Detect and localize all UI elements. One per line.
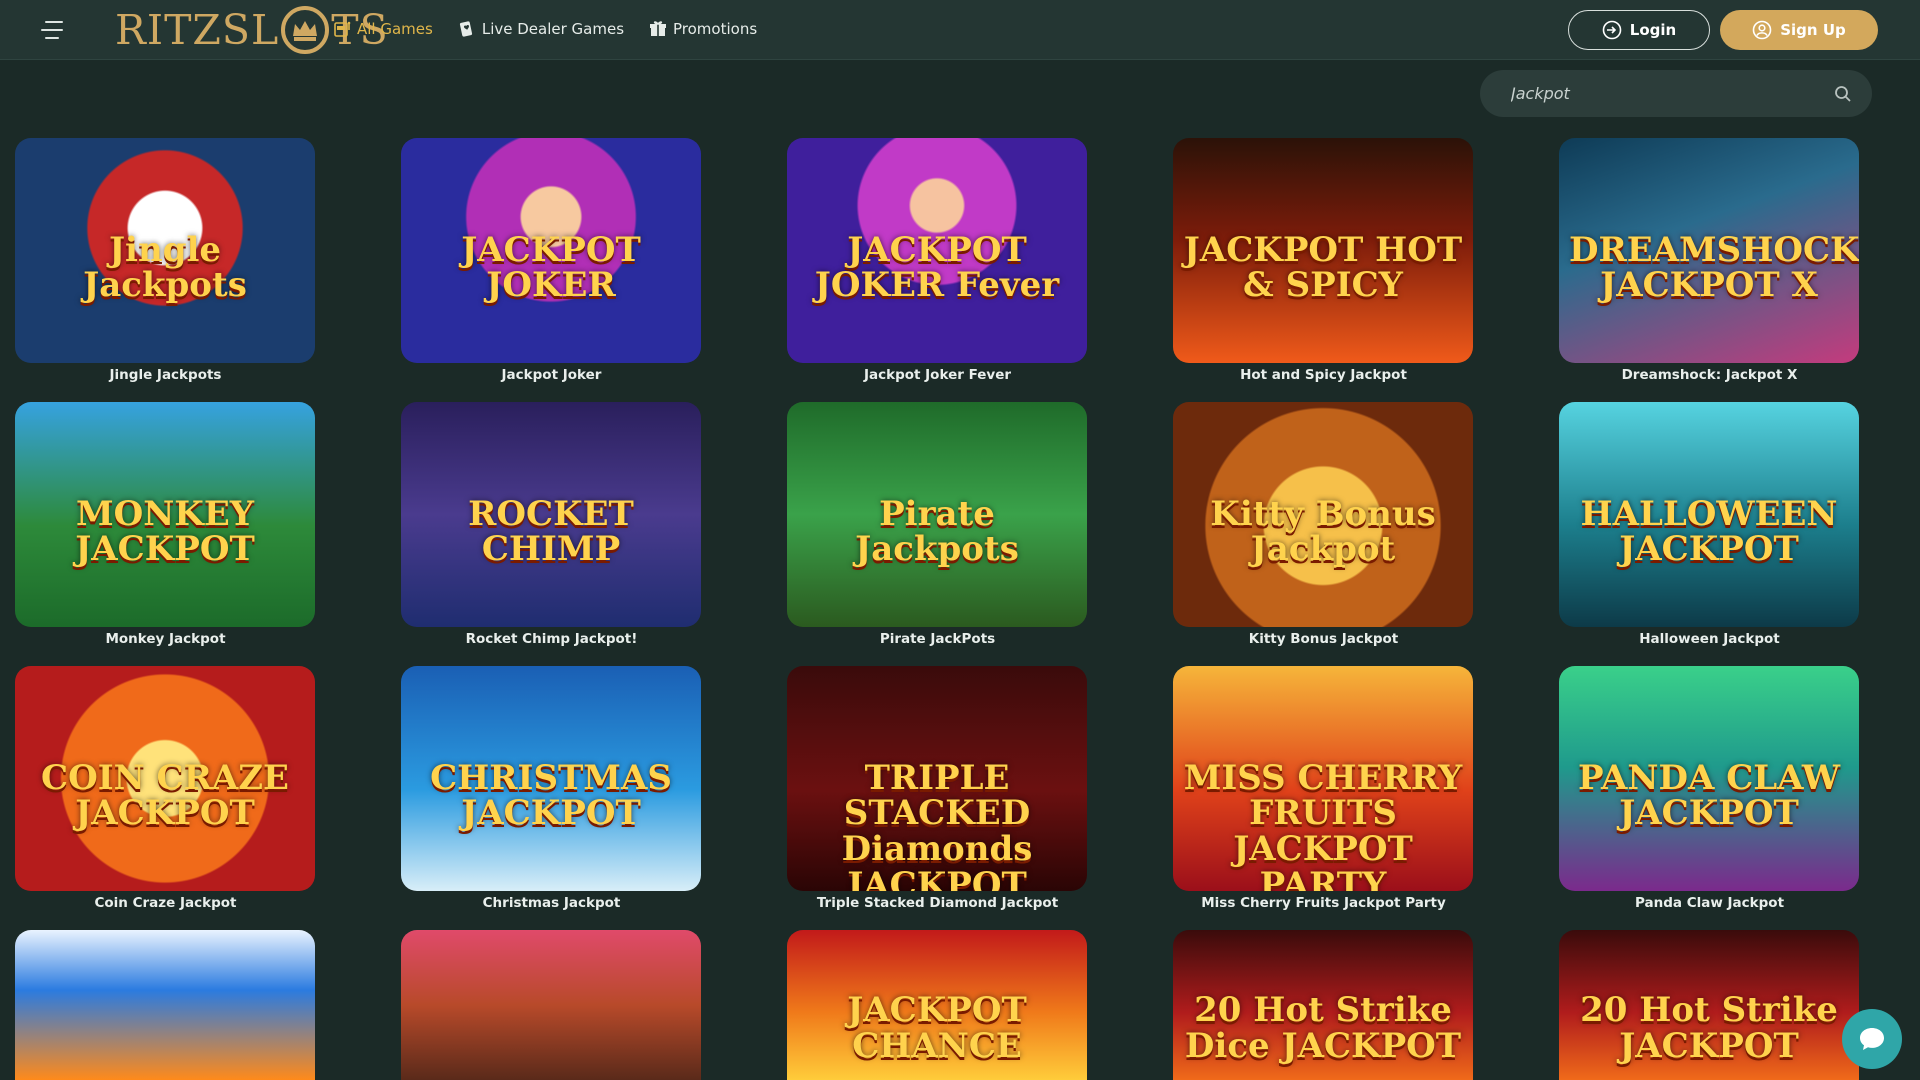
game-art-title: MISS CHERRY FRUITS JACKPOT PARTY [1183, 757, 1463, 891]
game-tile[interactable]: JACKPOT JOKER Jackpot Joker [401, 138, 701, 383]
game-art-title: JACKPOT JOKER Fever [814, 229, 1060, 306]
game-art-title: PANDA CLAW JACKPOT [1577, 757, 1841, 834]
game-art-title: CHRISTMAS JACKPOT [430, 757, 672, 834]
game-art-title: MONKEY JACKPOT [75, 493, 255, 570]
game-thumbnail[interactable]: JACKPOT JOKER [401, 138, 701, 363]
game-art-title: Kitty Bonus Jackpot [1210, 493, 1436, 570]
game-art-title: 20 Hot Strike Dice JACKPOT [1184, 990, 1462, 1066]
game-thumbnail[interactable]: JACKPOT HOT & SPICY [1173, 138, 1473, 363]
game-tile[interactable]: PANDA CLAW JACKPOT Panda Claw Jackpot [1559, 666, 1859, 911]
search-input[interactable] [1511, 84, 1834, 103]
cards-icon [459, 21, 472, 37]
game-title[interactable]: Rocket Chimp Jackpot! [383, 631, 720, 647]
main-nav: All Games Live Dealer Games Promotions [333, 20, 757, 38]
game-thumbnail[interactable]: Kitty Bonus Jackpot [1173, 402, 1473, 627]
user-add-icon [1752, 20, 1772, 40]
nav-label: Promotions [673, 20, 758, 38]
game-title[interactable]: Coin Craze Jackpot [0, 895, 334, 911]
nav-label: All Games [357, 20, 433, 38]
game-tile[interactable]: CHRISTMAS JACKPOT Christmas Jackpot [401, 666, 701, 911]
game-tile[interactable] [401, 930, 701, 1080]
game-tile[interactable]: Jingle Jackpots Jingle Jackpots [15, 138, 315, 383]
search-bar [1480, 70, 1872, 117]
login-label: Login [1629, 21, 1677, 39]
game-thumbnail[interactable]: Jingle Jackpots [15, 138, 315, 363]
nav-live-dealer[interactable]: Live Dealer Games [458, 20, 624, 38]
game-tile[interactable]: HALLOWEEN JACKPOT Halloween Jackpot [1559, 402, 1859, 647]
game-thumbnail[interactable]: ROCKET CHIMP [401, 402, 701, 627]
nav-all-games[interactable]: All Games [333, 20, 433, 38]
game-art-title: JACKPOT JOKER [461, 229, 641, 306]
game-thumbnail[interactable]: TRIPLE STACKED Diamonds JACKPOT [787, 666, 1087, 891]
game-title[interactable]: Hot and Spicy Jackpot [1155, 367, 1492, 383]
game-title[interactable]: Kitty Bonus Jackpot [1155, 631, 1492, 647]
chat-button[interactable] [1842, 1009, 1902, 1069]
game-tile[interactable]: TRIPLE STACKED Diamonds JACKPOT Triple St… [787, 666, 1087, 911]
game-title[interactable]: Monkey Jackpot [0, 631, 334, 647]
game-title[interactable]: Jackpot Joker [383, 367, 720, 383]
nav-label: Live Dealer Games [481, 20, 625, 38]
game-tile[interactable]: Kitty Bonus Jackpot Kitty Bonus Jackpot [1173, 402, 1473, 647]
game-thumbnail[interactable]: HALLOWEEN JACKPOT [1559, 402, 1859, 627]
game-thumbnail[interactable]: Pirate Jackpots [787, 402, 1087, 627]
game-title[interactable]: Dreamshock: Jackpot X [1541, 367, 1878, 383]
game-title[interactable]: Panda Claw Jackpot [1541, 895, 1878, 911]
game-thumbnail[interactable]: PANDA CLAW JACKPOT [1559, 666, 1859, 891]
game-title[interactable]: Pirate JackPots [769, 631, 1106, 647]
chat-bubble-icon [1860, 1028, 1884, 1050]
gift-icon [650, 21, 667, 36]
game-tile[interactable]: DREAMSHOCK JACKPOT X Dreamshock: Jackpot … [1559, 138, 1859, 383]
game-art-title: JACKPOT HOT & SPICY [1183, 229, 1463, 306]
top-bar: RITZSL TS All Games Live Dealer Games Pr… [0, 0, 1920, 60]
crown-icon [281, 6, 330, 54]
login-button[interactable]: Login [1568, 10, 1710, 50]
search-icon[interactable] [1834, 85, 1852, 103]
game-thumbnail[interactable]: DREAMSHOCK JACKPOT X [1559, 138, 1859, 363]
slot-machine-icon [334, 21, 351, 37]
game-tile[interactable]: 20 Hot Strike JACKPOT [1559, 930, 1859, 1080]
game-art-title: Jingle Jackpots [83, 229, 247, 306]
game-thumbnail[interactable]: 20 Hot Strike Dice JACKPOT [1173, 930, 1473, 1080]
game-thumbnail[interactable]: CHRISTMAS JACKPOT [401, 666, 701, 891]
game-tile[interactable]: JACKPOT CHANCE [787, 930, 1087, 1080]
game-art-title: HALLOWEEN JACKPOT [1580, 493, 1838, 570]
game-thumbnail[interactable] [15, 930, 315, 1080]
game-thumbnail[interactable]: MONKEY JACKPOT [15, 402, 315, 627]
game-art-title: Pirate Jackpots [855, 493, 1019, 570]
game-title[interactable]: Miss Cherry Fruits Jackpot Party [1155, 895, 1492, 911]
game-art-title: 20 Hot Strike JACKPOT [1580, 990, 1838, 1066]
signup-label: Sign Up [1780, 21, 1846, 39]
game-title[interactable]: Jingle Jackpots [0, 367, 334, 383]
game-tile[interactable]: Pirate Jackpots Pirate JackPots [787, 402, 1087, 647]
game-art-title: COIN CRAZE JACKPOT [41, 757, 289, 834]
game-art-title: ROCKET CHIMP [468, 493, 634, 570]
logo-text: RITZSL [115, 6, 280, 54]
game-title[interactable]: Jackpot Joker Fever [769, 367, 1106, 383]
game-title[interactable]: Christmas Jackpot [383, 895, 720, 911]
game-thumbnail[interactable]: MISS CHERRY FRUITS JACKPOT PARTY [1173, 666, 1473, 891]
game-tile[interactable]: MISS CHERRY FRUITS JACKPOT PARTY Miss Che… [1173, 666, 1473, 911]
game-art-title: JACKPOT CHANCE [847, 990, 1027, 1066]
game-tile[interactable]: COIN CRAZE JACKPOT Coin Craze Jackpot [15, 666, 315, 911]
game-thumbnail[interactable]: JACKPOT JOKER Fever [787, 138, 1087, 363]
game-tile[interactable] [15, 930, 315, 1080]
nav-promotions[interactable]: Promotions [649, 20, 757, 38]
game-thumbnail[interactable]: 20 Hot Strike JACKPOT [1559, 930, 1859, 1080]
game-tile[interactable]: ROCKET CHIMP Rocket Chimp Jackpot! [401, 402, 701, 647]
game-thumbnail[interactable] [401, 930, 701, 1080]
login-icon [1602, 20, 1622, 40]
game-tile[interactable]: 20 Hot Strike Dice JACKPOT [1173, 930, 1473, 1080]
signup-button[interactable]: Sign Up [1720, 10, 1878, 50]
menu-icon[interactable] [41, 21, 63, 39]
game-art-title: DREAMSHOCK JACKPOT X [1569, 229, 1859, 306]
game-art-title: TRIPLE STACKED Diamonds JACKPOT [841, 757, 1033, 891]
game-thumbnail[interactable]: COIN CRAZE JACKPOT [15, 666, 315, 891]
game-tile[interactable]: JACKPOT JOKER Fever Jackpot Joker Fever [787, 138, 1087, 383]
game-tile[interactable]: JACKPOT HOT & SPICY Hot and Spicy Jackpot [1173, 138, 1473, 383]
game-title[interactable]: Halloween Jackpot [1541, 631, 1878, 647]
game-tile[interactable]: MONKEY JACKPOT Monkey Jackpot [15, 402, 315, 647]
game-title[interactable]: Triple Stacked Diamond Jackpot [769, 895, 1106, 911]
game-thumbnail[interactable]: JACKPOT CHANCE [787, 930, 1087, 1080]
